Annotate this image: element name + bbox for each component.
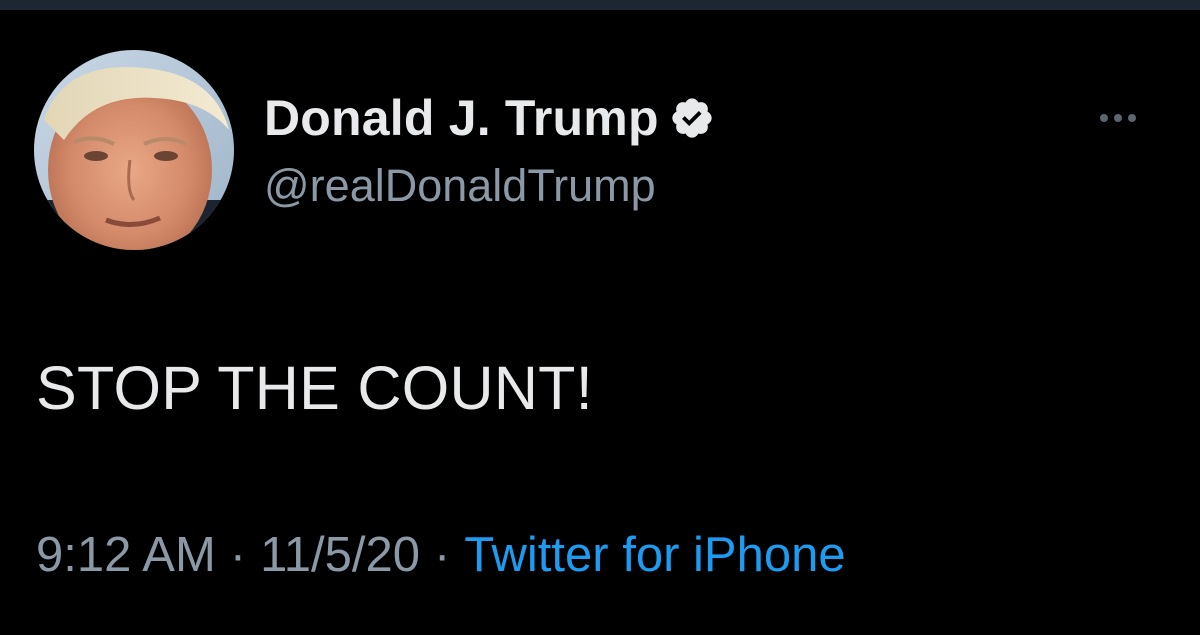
top-border bbox=[0, 0, 1200, 10]
separator-dot: · bbox=[433, 528, 451, 582]
tweet-meta: 9:12 AM · 11/5/20 · Twitter for iPhone bbox=[36, 524, 846, 586]
more-options-icon bbox=[1100, 114, 1136, 122]
tweet-time[interactable]: 9:12 AM bbox=[36, 524, 216, 586]
verified-badge-icon bbox=[669, 95, 715, 141]
more-options-button[interactable] bbox=[1094, 100, 1142, 136]
tweet-date[interactable]: 11/5/20 bbox=[260, 524, 420, 586]
tweet-source-link[interactable]: Twitter for iPhone bbox=[464, 524, 845, 586]
author-handle[interactable]: @realDonaldTrump bbox=[264, 158, 656, 214]
avatar[interactable] bbox=[34, 50, 234, 250]
tweet-text: STOP THE COUNT! bbox=[36, 354, 593, 422]
display-name[interactable]: Donald J. Trump bbox=[264, 88, 659, 148]
author-name-row[interactable]: Donald J. Trump bbox=[264, 88, 715, 148]
avatar-image bbox=[34, 50, 234, 250]
separator-dot: · bbox=[229, 528, 247, 582]
tweet-card: Donald J. Trump @realDonaldTrump STOP TH… bbox=[0, 0, 1200, 635]
